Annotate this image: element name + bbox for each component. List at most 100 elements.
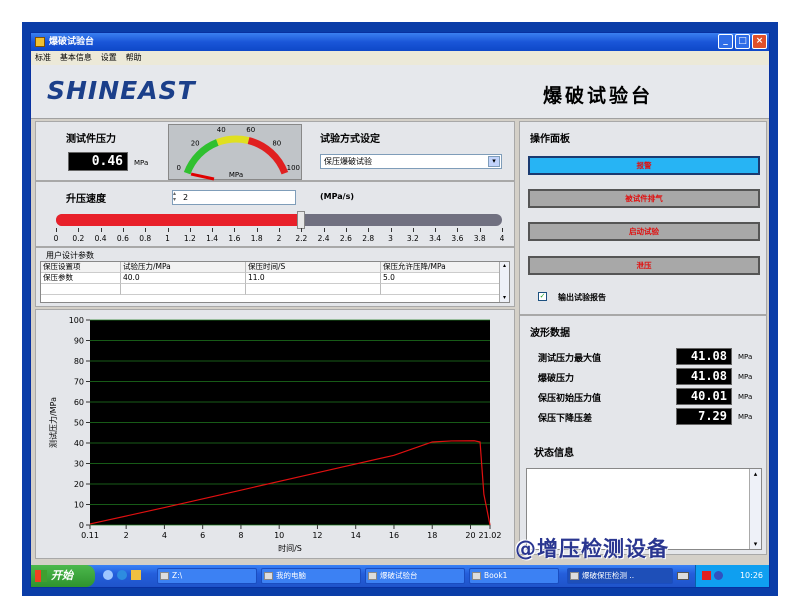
wave-value-display: 41.08 [676,368,732,385]
spinner-icon[interactable]: ▴ ▾ [173,191,180,204]
y-tick-label: 60 [74,398,84,407]
start-test-button[interactable]: 启动试验 [528,222,760,241]
scroll-up-icon[interactable]: ▴ [750,469,761,479]
scroll-down-icon[interactable]: ▾ [750,539,761,549]
taskbar-item-mycomputer[interactable]: 我的电脑 [261,568,361,584]
export-report-checkbox[interactable]: ✓ [538,292,547,301]
mode-select[interactable]: 保压爆破试验 ▾ [320,154,502,169]
x-tick-label: 18 [427,531,437,540]
status-title: 状态信息 [534,448,574,459]
table-header: 保压允许压降/MPa [381,262,506,273]
menu-settings[interactable]: 设置 [101,53,117,62]
vent-button[interactable]: 被试件排气 [528,189,760,208]
scroll-down-icon[interactable]: ▾ [500,294,509,302]
rate-tick-mark [145,228,147,232]
close-button[interactable]: × [752,34,767,49]
table-cell[interactable]: 11.0 [246,273,381,284]
media-icon[interactable] [131,570,141,580]
taskbar-item-book1[interactable]: Book1 [469,568,559,584]
app-icon [35,37,45,47]
wave-unit: MPa [738,373,753,381]
gauge-tick-label: 40 [217,126,226,134]
chevron-down-icon[interactable]: ▾ [488,156,500,167]
x-tick-label: 6 [200,531,205,540]
rate-tick-label: 2.8 [362,234,375,243]
start-button[interactable]: 开始 [31,565,95,587]
table-cell[interactable] [41,284,121,295]
taskbar-item-app[interactable]: 爆破试验台 [365,568,465,584]
clock: 10:26 [739,571,763,580]
y-tick-label: 10 [74,501,84,510]
y-tick-label: 0 [79,521,84,530]
rate-tick-label: 1.4 [206,234,219,243]
app-small-icon [570,572,579,580]
taskbar-item-label: Z:\ [172,571,183,580]
wave-label: 保压初始压力值 [538,394,602,404]
release-pressure-button[interactable]: 泄压 [528,256,760,275]
excel-icon [472,572,481,580]
network-icon[interactable] [714,571,723,580]
app-title: 爆破试验台 [543,85,654,107]
rate-tick-label: 2.4 [317,234,330,243]
x-tick-label: 0.11 [81,531,99,540]
rate-tick-mark [234,228,236,232]
rate-tick-mark [457,228,459,232]
rate-input[interactable]: 2 [172,190,296,205]
rate-slider-fill [56,214,302,226]
tray-app-icon[interactable] [702,571,711,580]
scroll-up-icon[interactable]: ▴ [500,262,509,270]
rate-slider[interactable] [56,211,502,229]
menu-help[interactable]: 帮助 [126,53,142,62]
wave-value-display: 40.01 [676,388,732,405]
table-cell[interactable] [121,284,246,295]
table-scrollbar[interactable]: ▴ ▾ [499,262,509,302]
rate-tick-label: 1.8 [250,234,263,243]
taskbar-item-drive[interactable]: Z:\ [157,568,257,584]
rate-tick-mark [167,228,169,232]
window-title: 爆破试验台 [49,37,95,47]
pressure-gauge: 0 20 40 60 80 100 MPa [168,124,302,181]
maximize-button[interactable]: □ [735,34,750,49]
x-tick-label: 8 [238,531,243,540]
wave-label: 爆破压力 [538,374,575,384]
gauge-tick-label: 20 [191,140,200,148]
rate-tick-mark [323,228,325,232]
table-cell[interactable]: 40.0 [121,273,246,284]
table-cell[interactable]: 保压参数 [41,273,121,284]
menu-standard[interactable]: 标准 [35,53,51,62]
desktop-icon[interactable] [103,570,113,580]
menu-bar: 标准 基本信息 设置 帮助 [31,51,769,65]
rate-unit: (MPa/s) [320,192,355,201]
rate-tick-mark [212,228,214,232]
keyboard-icon[interactable] [677,572,689,580]
rate-tick-mark [502,228,503,232]
x-tick-label: 14 [351,531,361,540]
y-tick-label: 80 [74,357,84,366]
minimize-button[interactable]: _ [718,34,733,49]
rate-slider-thumb[interactable] [297,211,306,229]
ie-icon[interactable] [117,570,127,580]
table-header: 保压时间/S [246,262,381,273]
taskbar-item-detect[interactable]: 爆破保压检测 .. [567,568,673,584]
alarm-button[interactable]: 报警 [528,156,760,175]
rate-tick-mark [100,228,102,232]
taskbar-item-label: 爆破试验台 [380,571,418,580]
rate-label: 升压速度 [66,194,106,205]
wave-label: 测试压力最大值 [538,354,602,364]
rate-tick-label: 3.8 [473,234,486,243]
gauge-band-1 [216,135,250,146]
table-cell[interactable] [381,284,506,295]
rate-tick-mark [56,228,57,232]
pressure-chart: 0 10 20 30 40 50 60 70 80 90 100 0.11 2 4 6 8 10 12 14 16 18… [48,316,501,553]
ops-panel: 操作面板 报警 被试件排气 启动试验 泄压 ✓ 输出试验报告 [519,121,767,315]
menu-basic-info[interactable]: 基本信息 [60,53,92,62]
table-cell[interactable]: 5.0 [381,273,506,284]
system-tray: 10:26 [695,565,769,587]
taskbar: 开始 Z:\ 我的电脑 爆破试验台 Book1 爆破保压检测 .. 10:26 [31,565,769,587]
company-logo: SHINEAST [47,76,196,105]
table-cell[interactable] [246,284,381,295]
gauge-dial: 0 20 40 60 80 100 MPa [176,126,300,181]
title-bar[interactable]: 爆破试验台 _ □ × [31,33,769,51]
params-table: 保压设置项 试验压力/MPa 保压时间/S 保压允许压降/MPa 保压参数 40.0 11.… [40,261,510,303]
status-scrollbar[interactable]: ▴ ▾ [749,469,761,549]
